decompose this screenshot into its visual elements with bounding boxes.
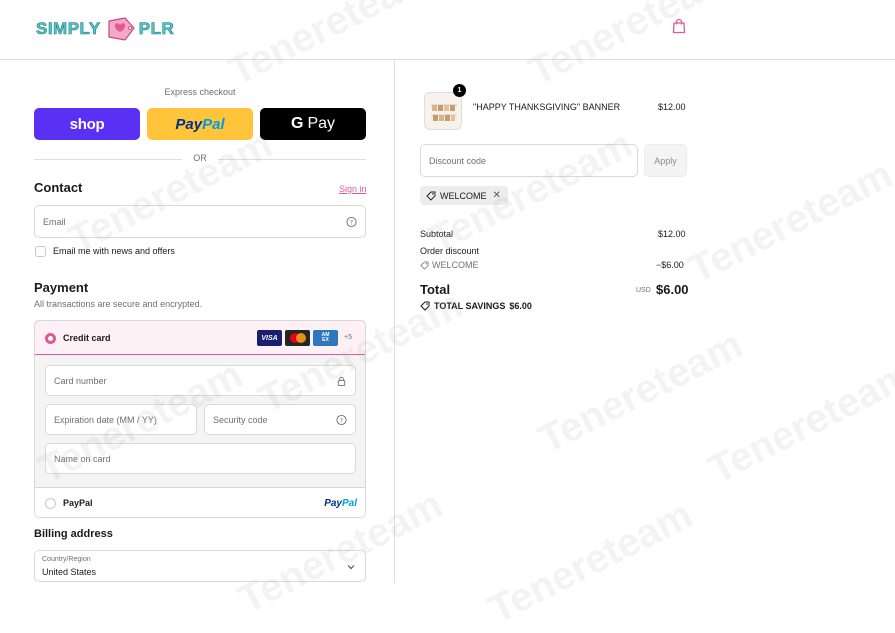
svg-text:?: ? bbox=[340, 416, 343, 424]
tag-icon bbox=[420, 261, 429, 270]
paypal-label-a: Pay bbox=[175, 115, 203, 133]
discount-code-name: WELCOME bbox=[432, 260, 479, 270]
product-thumbnail bbox=[424, 92, 462, 130]
credit-card-radio[interactable] bbox=[45, 333, 56, 344]
express-checkout-label: Express checkout bbox=[164, 87, 236, 97]
country-select[interactable]: Country/Region United States bbox=[34, 550, 366, 582]
paypal-logo: PayPal bbox=[324, 498, 357, 509]
paypal-express-button[interactable]: Pay Pal bbox=[147, 108, 253, 140]
subtotal-value: $12.00 bbox=[658, 229, 686, 239]
total-savings: TOTAL SAVINGS $6.00 bbox=[420, 301, 532, 311]
billing-address-heading: Billing address bbox=[34, 528, 113, 540]
svg-text:?: ? bbox=[350, 218, 353, 226]
country-label: Country/Region bbox=[42, 556, 91, 563]
email-placeholder: Email bbox=[43, 216, 66, 227]
total-label: Total bbox=[420, 282, 451, 297]
paypal-option[interactable]: PayPal PayPal bbox=[35, 487, 365, 517]
payment-subtitle: All transactions are secure and encrypte… bbox=[34, 299, 203, 309]
subtotal-label: Subtotal bbox=[420, 229, 454, 239]
shopping-bag-icon[interactable] bbox=[672, 18, 686, 34]
security-code-placeholder: Security code bbox=[213, 414, 268, 425]
name-on-card-field[interactable]: Name on card bbox=[45, 443, 356, 474]
page-margin bbox=[800, 60, 895, 583]
savings-value: $6.00 bbox=[509, 301, 532, 311]
paypal-logo-a: Pay bbox=[324, 498, 342, 509]
heart-tag-icon bbox=[108, 17, 135, 41]
card-number-field[interactable]: Card number bbox=[45, 365, 356, 396]
order-discount-label: Order discount bbox=[420, 246, 480, 256]
savings-label: TOTAL SAVINGS bbox=[434, 301, 506, 311]
card-number-placeholder: Card number bbox=[54, 375, 107, 386]
payment-heading: Payment bbox=[34, 280, 89, 295]
paypal-label-b: Pal bbox=[202, 115, 225, 133]
logo-text-left: SIMPLY bbox=[36, 19, 101, 39]
help-icon[interactable]: ? bbox=[336, 414, 347, 425]
visa-icon: VISA bbox=[257, 330, 282, 346]
sign-in-link[interactable]: Sign in bbox=[339, 184, 367, 194]
payment-methods: Credit card VISA AM EX +5 Card number Exp… bbox=[34, 320, 366, 518]
security-code-field[interactable]: Security code ? bbox=[204, 404, 356, 435]
applied-code: WELCOME bbox=[440, 190, 487, 201]
credit-card-label: Credit card bbox=[63, 333, 111, 343]
expiration-date-field[interactable]: Expiration date (MM / YY) bbox=[45, 404, 197, 435]
google-g-icon: G bbox=[290, 115, 304, 132]
item-price: $12.00 bbox=[658, 102, 686, 112]
discount-code-placeholder: Discount code bbox=[429, 155, 487, 166]
help-icon[interactable]: ? bbox=[346, 216, 357, 227]
contact-heading: Contact bbox=[34, 180, 83, 195]
name-on-card-placeholder: Name on card bbox=[54, 453, 111, 464]
google-pay-button[interactable]: G Pay bbox=[260, 108, 366, 140]
google-pay-label: Pay bbox=[307, 115, 336, 132]
or-divider: OR bbox=[34, 153, 366, 165]
discount-value: −$6.00 bbox=[656, 260, 684, 270]
store-logo[interactable]: SIMPLY PLR bbox=[36, 14, 174, 44]
order-summary bbox=[395, 60, 800, 583]
apply-button[interactable]: Apply bbox=[644, 144, 687, 177]
paypal-logo-b: Pal bbox=[341, 498, 357, 509]
lock-icon bbox=[337, 376, 346, 386]
shop-pay-button[interactable]: shop bbox=[34, 108, 140, 140]
checkout-form: Express checkout shop Pay Pal G Pay OR Co… bbox=[0, 60, 394, 583]
item-quantity-badge: 1 bbox=[453, 84, 466, 97]
total-value: $6.00 bbox=[656, 282, 689, 297]
amex-icon: AM EX bbox=[313, 330, 338, 346]
tag-icon bbox=[420, 301, 430, 311]
mastercard-icon bbox=[285, 330, 310, 346]
discount-code-field[interactable]: Discount code bbox=[420, 144, 638, 177]
visa-text: VISA bbox=[261, 334, 278, 342]
tag-icon bbox=[426, 191, 436, 201]
paypal-option-label: PayPal bbox=[63, 498, 93, 508]
credit-card-option[interactable]: Credit card VISA AM EX +5 bbox=[35, 321, 365, 355]
country-value: United States bbox=[42, 567, 97, 577]
more-cards-badge: +5 bbox=[344, 334, 352, 341]
applied-discount-tag: WELCOME ✕ bbox=[420, 186, 508, 205]
logo-text-right: PLR bbox=[138, 19, 175, 39]
shop-pay-label: shop bbox=[69, 115, 105, 133]
expiration-placeholder: Expiration date (MM / YY) bbox=[54, 414, 157, 425]
currency-code: USD bbox=[636, 287, 651, 294]
chevron-down-icon bbox=[347, 565, 355, 570]
header: SIMPLY PLR bbox=[0, 0, 895, 60]
newsletter-checkbox[interactable] bbox=[35, 246, 46, 257]
paypal-radio[interactable] bbox=[45, 498, 56, 509]
item-name: "HAPPY THANKSGIVING" BANNER bbox=[473, 102, 621, 112]
or-label: OR bbox=[193, 153, 207, 163]
amex-text-b: EX bbox=[322, 337, 329, 343]
remove-discount-icon[interactable]: ✕ bbox=[493, 190, 501, 201]
email-field[interactable]: Email ? bbox=[34, 205, 366, 238]
newsletter-label: Email me with news and offers bbox=[53, 246, 175, 256]
